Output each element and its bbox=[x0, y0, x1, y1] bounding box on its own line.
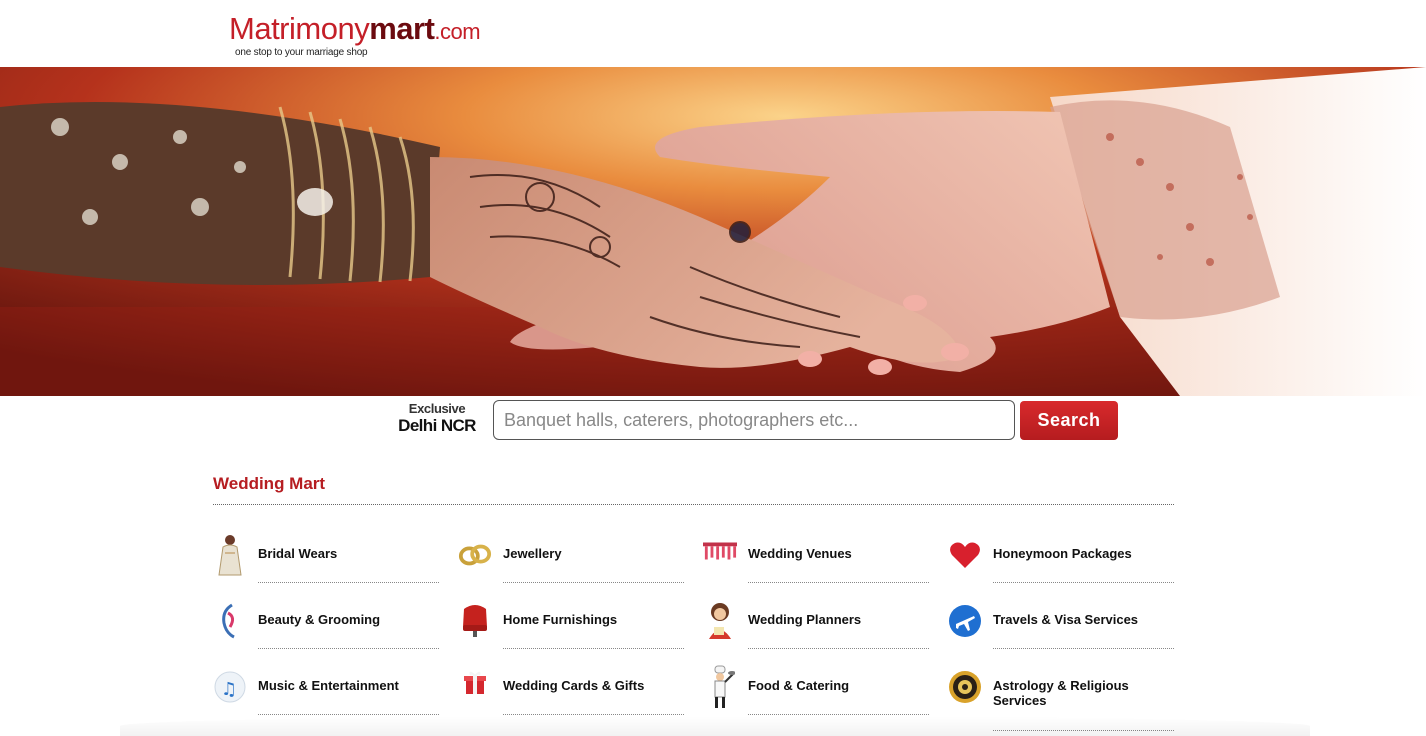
rings-icon bbox=[458, 534, 492, 576]
region-label: Delhi NCR bbox=[398, 416, 476, 435]
venue-curtain-icon bbox=[703, 530, 737, 572]
bride-icon bbox=[213, 534, 247, 576]
category-music-entertainment[interactable]: ♫ Music & Entertainment bbox=[213, 662, 439, 716]
category-wedding-planners[interactable]: Wedding Planners bbox=[703, 596, 929, 650]
logo-wordmark: Matrimonymart.com bbox=[229, 11, 481, 46]
category-food-catering[interactable]: Food & Catering bbox=[703, 662, 929, 716]
hands-with-mehndi-photo bbox=[0, 67, 1426, 396]
search-input[interactable] bbox=[493, 400, 1015, 440]
svg-text:♫: ♫ bbox=[221, 679, 237, 700]
section-divider bbox=[213, 504, 1174, 505]
category-astrology-religious-services[interactable]: Astrology & Religious Services bbox=[948, 662, 1174, 731]
exclusive-label: Exclusive bbox=[408, 401, 466, 416]
armchair-icon bbox=[458, 600, 492, 642]
beauty-face-icon bbox=[213, 600, 247, 642]
category-jewellery[interactable]: Jewellery bbox=[458, 530, 684, 584]
music-notes-icon: ♫ bbox=[213, 666, 247, 708]
category-beauty-grooming[interactable]: Beauty & Grooming bbox=[213, 596, 439, 650]
section-title: Wedding Mart bbox=[213, 474, 326, 493]
category-wedding-cards-gifts[interactable]: Wedding Cards & Gifts bbox=[458, 662, 684, 716]
hero-banner bbox=[0, 67, 1426, 396]
search-button[interactable]: Search bbox=[1020, 401, 1118, 440]
category-travels-visa-services[interactable]: Travels & Visa Services bbox=[948, 596, 1174, 650]
category-wedding-venues[interactable]: Wedding Venues bbox=[703, 530, 929, 584]
exclusive-delhi-ncr-badge: Exclusive Delhi NCR bbox=[398, 402, 476, 436]
site-logo[interactable]: Matrimonymart.com one stop to your marri… bbox=[229, 11, 481, 59]
footer-shadow bbox=[120, 716, 1310, 736]
airplane-icon bbox=[948, 600, 982, 642]
category-bridal-wears[interactable]: Bridal Wears bbox=[213, 530, 439, 584]
category-honeymoon-packages[interactable]: Honeymoon Packages bbox=[948, 530, 1174, 584]
gift-box-icon bbox=[458, 662, 492, 704]
chef-icon bbox=[703, 665, 737, 708]
planner-woman-icon bbox=[703, 600, 737, 642]
astrology-wheel-icon bbox=[948, 666, 982, 708]
heart-icon bbox=[948, 534, 982, 576]
category-home-furnishings[interactable]: Home Furnishings bbox=[458, 596, 684, 650]
site-header: Matrimonymart.com one stop to your marri… bbox=[0, 0, 1426, 67]
